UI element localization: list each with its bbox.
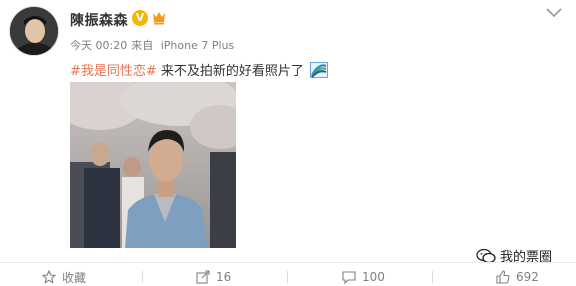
action-separator bbox=[142, 271, 143, 283]
share-icon bbox=[196, 270, 210, 284]
author-name[interactable]: 陳振森森 bbox=[70, 10, 128, 30]
post-meta: 今天 00:20 来自 iPhone 7 Plus bbox=[70, 37, 238, 53]
like-button[interactable]: 692 bbox=[496, 268, 539, 286]
favorite-label: 收藏 bbox=[62, 270, 87, 285]
thumbs-up-icon bbox=[496, 270, 510, 284]
source-device[interactable]: iPhone 7 Plus bbox=[161, 39, 235, 52]
source-prefix: 来自 bbox=[131, 39, 154, 52]
share-count: 16 bbox=[216, 270, 232, 284]
star-icon bbox=[42, 270, 56, 284]
action-separator bbox=[432, 271, 433, 283]
author-avatar[interactable] bbox=[9, 6, 59, 56]
like-count: 692 bbox=[516, 270, 539, 284]
comment-icon bbox=[342, 271, 356, 284]
post-photo[interactable] bbox=[70, 82, 236, 248]
share-button[interactable]: 16 bbox=[196, 268, 231, 286]
post-text: #我是同性恋# 来不及拍新的好看照片了 bbox=[70, 60, 329, 79]
member-badge-icon[interactable] bbox=[150, 10, 168, 26]
comment-count: 100 bbox=[362, 270, 385, 284]
favorite-button[interactable]: 收藏 bbox=[42, 268, 86, 286]
action-bar-divider bbox=[0, 262, 576, 263]
post-time[interactable]: 今天 00:20 bbox=[70, 39, 127, 52]
chevron-down-icon[interactable] bbox=[544, 6, 564, 20]
comment-button[interactable]: 100 bbox=[342, 268, 385, 286]
topic-link[interactable]: #我是同性恋# bbox=[70, 64, 157, 79]
action-separator bbox=[287, 271, 288, 283]
rainbow-sticker-icon bbox=[310, 62, 329, 78]
verified-badge-icon: V bbox=[132, 10, 148, 26]
post-body: 来不及拍新的好看照片了 bbox=[156, 64, 304, 79]
